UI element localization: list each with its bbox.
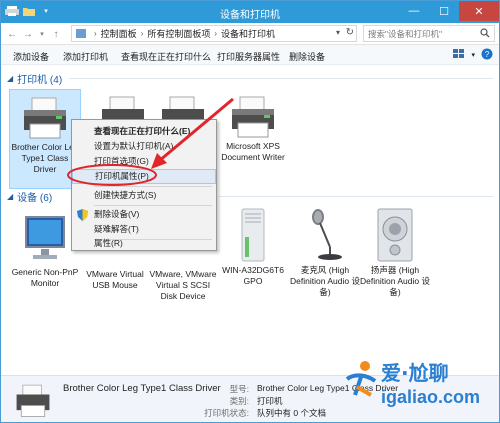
printer-icon	[232, 96, 274, 138]
printers-group-header[interactable]: ◢ 打印机 (4)	[7, 71, 62, 86]
remove-device-button[interactable]: 删除设备	[289, 50, 325, 63]
microphone-icon	[312, 209, 342, 260]
device-label: VMware Virtual USB Mouse	[86, 269, 144, 290]
add-printer-button[interactable]: 添加打印机	[63, 50, 108, 63]
watermark-logo-icon	[345, 361, 377, 397]
print-server-properties-button[interactable]: 打印服务器属性	[217, 50, 280, 63]
uac-shield-icon	[77, 209, 88, 221]
toolbar-view-controls: ▾ ?	[453, 48, 493, 62]
collapse-chevron-icon[interactable]: ◢	[7, 74, 13, 83]
see-whats-printing-button[interactable]: 查看现在正在打印什么	[121, 50, 211, 63]
add-device-button[interactable]: 添加设备	[13, 50, 49, 63]
details-category-key: 类别:	[229, 396, 249, 406]
monitor-icon	[25, 216, 65, 259]
breadcrumb-all-items[interactable]: 所有控制面板项	[147, 27, 210, 40]
back-arrow-icon[interactable]: ←	[5, 27, 19, 41]
breadcrumb-separator-icon: ›	[214, 29, 218, 38]
breadcrumb-separator-icon: ›	[140, 29, 144, 38]
menu-separator	[94, 205, 212, 206]
minimize-button[interactable]: —	[399, 1, 429, 21]
control-panel-icon	[76, 29, 86, 38]
printer-label: Microsoft XPS Document Writer	[221, 141, 285, 162]
printer-label: Brother Color Leg Type1 Class Driver	[11, 142, 79, 174]
svg-text:?: ?	[485, 50, 490, 59]
watermark-text-domain: igaliao.com	[381, 387, 481, 407]
details-category-value: 打印机	[257, 396, 283, 406]
devices-group-header[interactable]: ◢ 设备 (6)	[7, 189, 52, 204]
view-options-chevron-icon[interactable]: ▾	[471, 51, 475, 59]
speaker-icon	[377, 208, 413, 262]
search-placeholder: 搜索"设备和打印机"	[368, 28, 443, 39]
printer-icon	[16, 384, 50, 417]
watermark-text-chinese: 爱·尬聊	[381, 361, 449, 385]
command-toolbar: 添加设备 添加打印机 查看现在正在打印什么 打印服务器属性 删除设备 ▾ ?	[1, 45, 499, 65]
maximize-button[interactable]: ☐	[429, 1, 459, 21]
device-label: VMware, VMware Virtual S SCSI Disk Devic…	[149, 269, 217, 301]
devices-group-label: 设备 (6)	[17, 193, 53, 204]
printers-group-label: 打印机 (4)	[17, 75, 63, 86]
collapse-chevron-icon[interactable]: ◢	[7, 192, 13, 201]
menu-item-troubleshoot[interactable]: 疑难解答(T)	[72, 222, 216, 237]
device-label: Generic Non-PnP Monitor	[11, 267, 79, 288]
watermark: 爱·尬聊 igaliao.com	[341, 357, 499, 422]
window-controls: — ☐ ✕	[399, 1, 499, 21]
printer-icon	[24, 97, 66, 139]
details-status-key: 打印机状态:	[204, 408, 249, 418]
breadcrumb-separator-icon: ›	[94, 29, 97, 38]
device-item-scsi-disk[interactable]: VMware, VMware Virtual S SCSI Disk Devic…	[147, 267, 219, 302]
menu-item-properties[interactable]: 属性(R)	[72, 236, 216, 251]
printer-context-menu: 查看现在正在打印什么(E) 设置为默认打印机(A) 打印首选项(G) 打印机属性…	[71, 119, 217, 251]
device-label: 扬声器 (High Definition Audio 设备)	[360, 265, 430, 297]
search-icon[interactable]	[480, 28, 490, 40]
title-bar: ▾ 设备和打印机 — ☐ ✕	[1, 1, 499, 23]
change-view-icon[interactable]	[453, 49, 465, 61]
device-item-microphone[interactable]: 麦克风 (High Definition Audio 设备)	[289, 207, 361, 298]
device-label: 麦克风 (High Definition Audio 设备)	[290, 265, 360, 297]
breadcrumb-control-panel[interactable]: 控制面板	[101, 27, 137, 40]
group-divider	[219, 196, 493, 197]
menu-separator	[94, 186, 212, 187]
close-button[interactable]: ✕	[459, 1, 499, 21]
refresh-icon[interactable]: ↻	[346, 27, 354, 38]
forward-arrow-icon[interactable]: →	[21, 27, 35, 41]
address-bar[interactable]: › 控制面板 › 所有控制面板项 › 设备和打印机 ▾ ↻	[71, 25, 357, 42]
device-item-computer[interactable]: WIN-A32DG6T6 GPO	[217, 207, 289, 287]
up-arrow-icon[interactable]: ↑	[49, 27, 63, 41]
menu-item-printing-preferences[interactable]: 打印首选项(G)	[72, 154, 216, 169]
details-model-key: 型号:	[229, 384, 249, 394]
address-row: ← → ▾ ↑ › 控制面板 › 所有控制面板项 › 设备和打印机 ▾ ↻ 搜索…	[1, 23, 499, 45]
help-icon[interactable]: ?	[481, 48, 493, 62]
menu-item-printer-properties[interactable]: 打印机属性(P)	[72, 169, 216, 184]
device-item-usb-mouse[interactable]: VMware Virtual USB Mouse	[79, 267, 151, 291]
menu-item-see-whats-printing[interactable]: 查看现在正在打印什么(E)	[72, 124, 216, 139]
device-item-speaker[interactable]: 扬声器 (High Definition Audio 设备)	[357, 207, 433, 298]
menu-item-set-default[interactable]: 设置为默认打印机(A)	[72, 139, 216, 154]
device-label: WIN-A32DG6T6 GPO	[222, 265, 284, 286]
recent-locations-chevron-icon[interactable]: ▾	[35, 27, 49, 41]
breadcrumb-devices-printers[interactable]: 设备和打印机	[221, 27, 275, 40]
search-input[interactable]: 搜索"设备和打印机"	[363, 25, 495, 42]
address-dropdown-icon[interactable]: ▾	[336, 28, 340, 37]
group-divider	[69, 78, 493, 79]
menu-item-remove-device[interactable]: 删除设备(V)	[72, 207, 216, 222]
printer-item-microsoft-xps[interactable]: Microsoft XPS Document Writer	[215, 93, 291, 163]
computer-tower-icon	[241, 208, 265, 262]
devices-and-printers-window: ▾ 设备和打印机 — ☐ ✕ ← → ▾ ↑ › 控制面板 › 所有控制面板项 …	[0, 0, 500, 423]
details-status-value: 队列中有 0 个文档	[257, 408, 326, 418]
menu-item-create-shortcut[interactable]: 创建快捷方式(S)	[72, 188, 216, 203]
details-device-name: Brother Color Leg Type1 Class Driver	[63, 383, 221, 394]
